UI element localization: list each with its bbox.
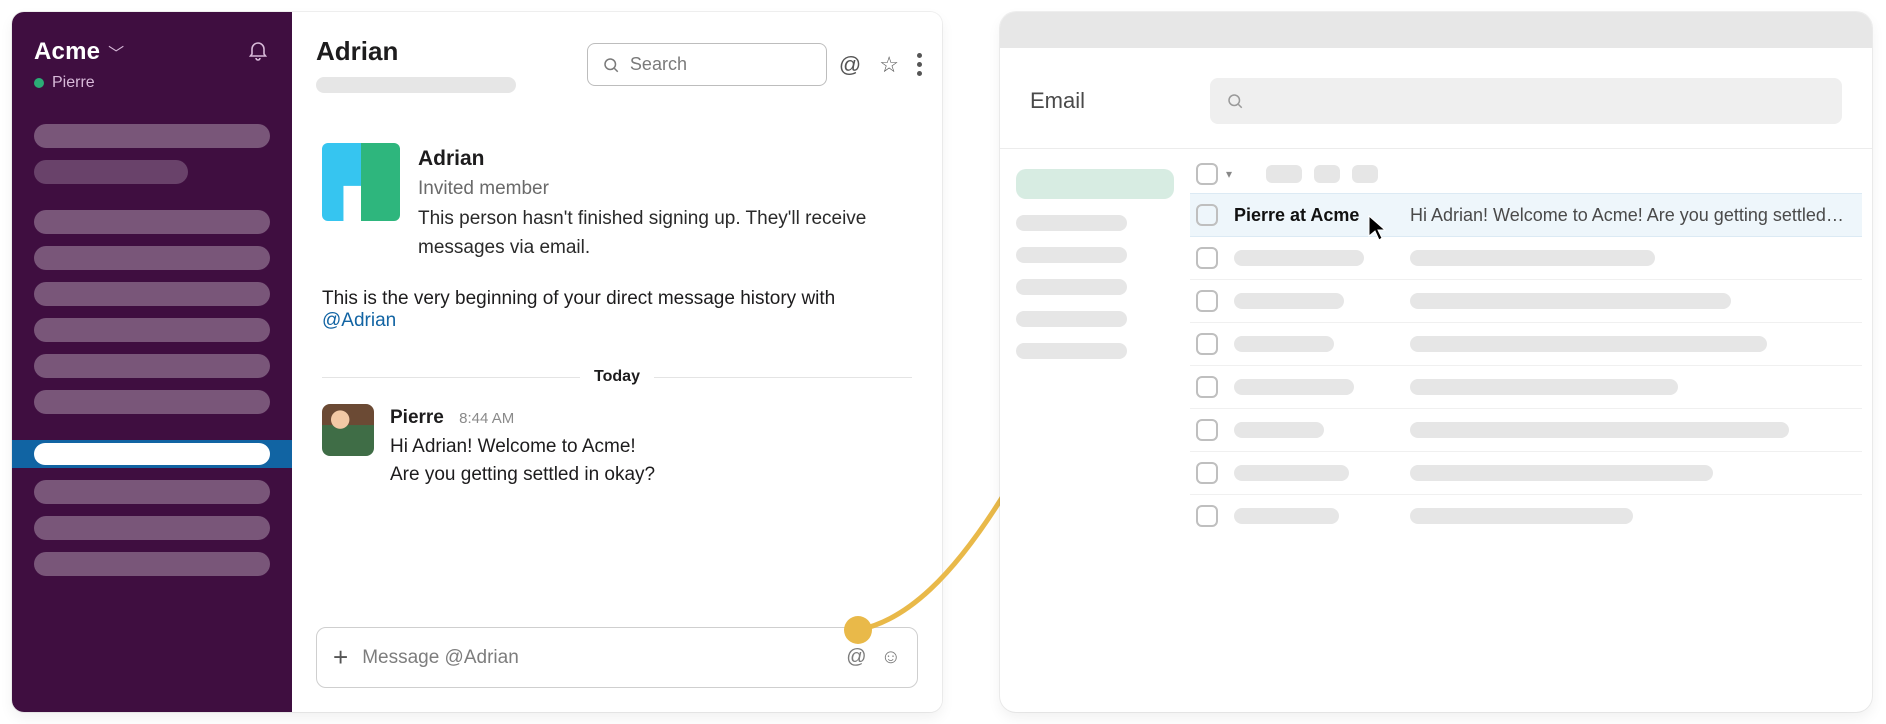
search-input[interactable]: Search [587,43,827,86]
search-placeholder: Search [630,54,687,75]
sidebar-item[interactable] [34,552,270,576]
sidebar-item[interactable] [34,390,270,414]
message-timestamp: 8:44 AM [459,410,514,427]
email-search-input[interactable] [1210,78,1842,124]
message-avatar[interactable] [322,404,374,456]
row-checkbox[interactable] [1196,376,1218,398]
email-sidebar [1000,149,1190,712]
sidebar-item[interactable] [34,210,270,234]
email-row[interactable] [1190,323,1862,366]
email-header: Email [1000,48,1872,148]
email-row[interactable] [1190,452,1862,495]
sidebar-item[interactable] [34,246,270,270]
workspace-name: Acme [34,38,100,66]
mentions-icon[interactable]: @ [846,646,866,669]
workspace-switcher[interactable]: Acme ﹀ [34,38,124,66]
current-user-name: Pierre [52,74,95,92]
slack-main: Adrian Search @ ☆ [292,12,942,712]
chevron-down-icon: ﹀ [108,40,124,64]
current-user-row[interactable]: Pierre [12,70,292,110]
email-folder-selected[interactable] [1016,169,1174,199]
sidebar-item[interactable] [34,124,270,148]
email-folder[interactable] [1016,311,1127,327]
chevron-down-icon[interactable]: ▾ [1226,167,1232,181]
email-app-title: Email [1030,88,1180,114]
email-row[interactable] [1190,495,1862,537]
row-checkbox[interactable] [1196,505,1218,527]
email-window: Email ▾ [1000,12,1872,712]
message[interactable]: Pierre 8:44 AM Hi Adrian! Welcome to Acm… [322,404,912,490]
email-row[interactable] [1190,409,1862,452]
cursor-icon [1366,214,1388,242]
star-icon[interactable]: ☆ [879,52,899,78]
slack-sidebar: Acme ﹀ Pierre [12,12,292,712]
emoji-icon[interactable]: ☺ [881,646,901,669]
message-author[interactable]: Pierre [390,407,444,428]
toolbar-button[interactable] [1352,165,1378,183]
email-titlebar [1000,12,1872,48]
date-divider: Today [322,368,912,386]
dm-beginning-text: This is the very beginning of your direc… [322,288,882,332]
email-row[interactable] [1190,366,1862,409]
sidebar-item[interactable] [34,354,270,378]
sidebar-item[interactable] [34,480,270,504]
intro-description: This person hasn't finished signing up. … [418,205,898,262]
presence-indicator [34,78,44,88]
conversation-area: Adrian Invited member This person hasn't… [292,103,942,607]
message-line: Are you getting settled in okay? [390,461,655,490]
bell-icon[interactable] [246,38,270,62]
select-all-checkbox[interactable] [1196,163,1218,185]
email-folder[interactable] [1016,343,1127,359]
sidebar-items [12,124,292,588]
email-folder[interactable] [1016,279,1127,295]
sidebar-item[interactable] [34,160,188,184]
user-mention[interactable]: @Adrian [322,310,396,331]
sidebar-item-selected[interactable] [12,440,292,468]
email-row-highlighted[interactable]: Pierre at Acme Hi Adrian! Welcome to Acm… [1190,193,1862,237]
channel-header: Adrian Search @ ☆ [292,12,942,103]
row-checkbox[interactable] [1196,462,1218,484]
mentions-icon[interactable]: @ [839,52,861,78]
email-row[interactable] [1190,280,1862,323]
intro-name: Adrian [418,143,898,175]
row-checkbox[interactable] [1196,290,1218,312]
composer-placeholder: Message @Adrian [362,647,519,669]
email-list: ▾ Pierre at Acme Hi Adrian! Welcome to A… [1190,149,1872,712]
channel-title[interactable]: Adrian [316,36,516,67]
dm-intro: Adrian Invited member This person hasn't… [322,143,912,262]
row-checkbox[interactable] [1196,204,1218,226]
more-actions-icon[interactable] [917,53,922,76]
sidebar-item[interactable] [34,282,270,306]
toolbar-button[interactable] [1314,165,1340,183]
message-line: Hi Adrian! Welcome to Acme! [390,433,655,462]
date-divider-label: Today [594,368,640,386]
slack-window: Acme ﹀ Pierre [12,12,942,712]
sidebar-item[interactable] [34,516,270,540]
search-icon [1226,92,1244,110]
email-subject: Hi Adrian! Welcome to Acme! Are you gett… [1410,205,1856,226]
search-icon [602,56,620,74]
message-composer[interactable]: + Message @Adrian @ ☺ [316,627,918,688]
sidebar-item[interactable] [34,318,270,342]
row-checkbox[interactable] [1196,419,1218,441]
email-folder[interactable] [1016,215,1127,231]
row-checkbox[interactable] [1196,247,1218,269]
channel-subtitle-placeholder [316,77,516,93]
intro-avatar [322,143,400,221]
plus-icon[interactable]: + [333,642,348,673]
row-checkbox[interactable] [1196,333,1218,355]
email-list-toolbar: ▾ [1190,163,1862,193]
intro-role: Invited member [418,175,898,204]
workspace-header: Acme ﹀ [12,22,292,70]
email-row[interactable] [1190,237,1862,280]
email-folder[interactable] [1016,247,1127,263]
toolbar-button[interactable] [1266,165,1302,183]
